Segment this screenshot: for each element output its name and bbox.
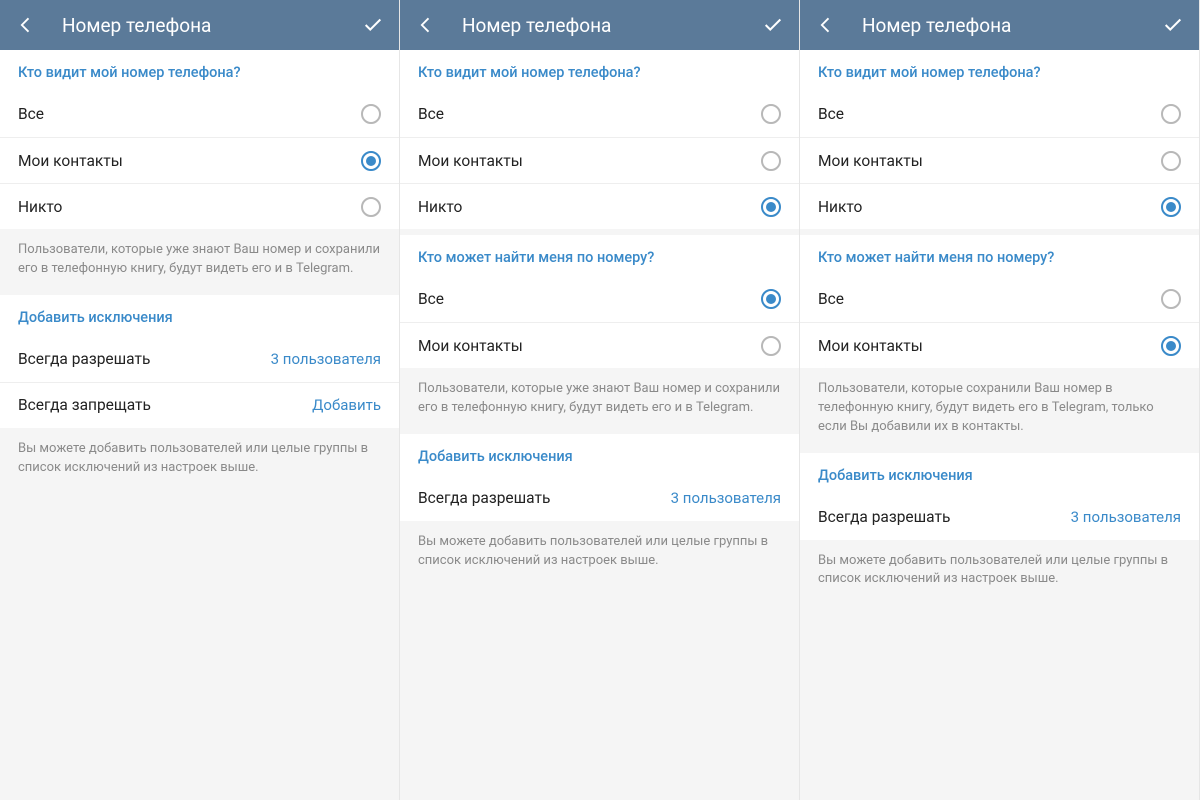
radio-icon bbox=[1161, 197, 1181, 217]
section-title: Кто может найти меня по номеру? bbox=[400, 235, 799, 276]
row-label: Всегда разрешать bbox=[418, 489, 550, 507]
option-label: Все bbox=[818, 105, 844, 123]
option-nobody[interactable]: Никто bbox=[800, 183, 1199, 229]
always-allow-row[interactable]: Всегда разрешать 3 пользователя bbox=[800, 494, 1199, 540]
info-note: Вы можете добавить пользователей или цел… bbox=[400, 521, 799, 587]
header: Номер телефона bbox=[800, 0, 1199, 50]
radio-icon bbox=[1161, 151, 1181, 171]
info-note: Пользователи, которые сохранили Ваш номе… bbox=[800, 368, 1199, 453]
radio-icon bbox=[761, 197, 781, 217]
option-nobody[interactable]: Никто bbox=[0, 183, 399, 229]
who-finds-section: Кто может найти меня по номеру? Все Мои … bbox=[400, 235, 799, 368]
page-title: Номер телефона bbox=[62, 14, 337, 37]
row-value: Добавить bbox=[312, 396, 381, 414]
option-label: Мои контакты bbox=[18, 152, 123, 170]
option-label: Никто bbox=[418, 198, 462, 216]
radio-icon bbox=[761, 289, 781, 309]
exceptions-section: Добавить исключения Всегда разрешать 3 п… bbox=[0, 295, 399, 428]
option-label: Никто bbox=[18, 198, 62, 216]
settings-panel-3: Номер телефона Кто видит мой номер телеф… bbox=[800, 0, 1200, 800]
exceptions-section: Добавить исключения Всегда разрешать 3 п… bbox=[800, 453, 1199, 540]
empty-space bbox=[400, 586, 799, 800]
section-title: Кто может найти меня по номеру? bbox=[800, 235, 1199, 276]
who-sees-section: Кто видит мой номер телефона? Все Мои ко… bbox=[400, 50, 799, 229]
settings-panel-2: Номер телефона Кто видит мой номер телеф… bbox=[400, 0, 800, 800]
back-icon[interactable] bbox=[414, 13, 438, 37]
option-label: Мои контакты bbox=[818, 152, 923, 170]
option-contacts[interactable]: Мои контакты bbox=[800, 322, 1199, 368]
row-label: Всегда разрешать bbox=[818, 508, 950, 526]
confirm-icon[interactable] bbox=[761, 13, 785, 37]
empty-space bbox=[0, 493, 399, 800]
radio-icon bbox=[761, 336, 781, 356]
option-contacts[interactable]: Мои контакты bbox=[400, 322, 799, 368]
settings-panel-1: Номер телефона Кто видит мой номер телеф… bbox=[0, 0, 400, 800]
option-all[interactable]: Все bbox=[0, 91, 399, 137]
radio-icon bbox=[1161, 336, 1181, 356]
option-all[interactable]: Все bbox=[800, 91, 1199, 137]
row-value: 3 пользователя bbox=[271, 350, 381, 368]
always-deny-row[interactable]: Всегда запрещать Добавить bbox=[0, 382, 399, 428]
empty-space bbox=[800, 605, 1199, 800]
info-note: Пользователи, которые уже знают Ваш номе… bbox=[0, 229, 399, 295]
info-note: Вы можете добавить пользователей или цел… bbox=[0, 428, 399, 494]
option-label: Мои контакты bbox=[818, 337, 923, 355]
who-sees-section: Кто видит мой номер телефона? Все Мои ко… bbox=[0, 50, 399, 229]
option-all[interactable]: Все bbox=[400, 91, 799, 137]
confirm-icon[interactable] bbox=[361, 13, 385, 37]
back-icon[interactable] bbox=[814, 13, 838, 37]
always-allow-row[interactable]: Всегда разрешать 3 пользователя bbox=[400, 475, 799, 521]
option-label: Все bbox=[418, 290, 444, 308]
option-all[interactable]: Все bbox=[400, 276, 799, 322]
row-value: 3 пользователя bbox=[1071, 508, 1181, 526]
page-title: Номер телефона bbox=[462, 14, 737, 37]
radio-icon bbox=[1161, 104, 1181, 124]
confirm-icon[interactable] bbox=[1161, 13, 1185, 37]
exceptions-section: Добавить исключения Всегда разрешать 3 п… bbox=[400, 434, 799, 521]
option-label: Все bbox=[18, 105, 44, 123]
radio-icon bbox=[361, 151, 381, 171]
header: Номер телефона bbox=[400, 0, 799, 50]
option-label: Мои контакты bbox=[418, 152, 523, 170]
section-title: Добавить исключения bbox=[0, 295, 399, 336]
always-allow-row[interactable]: Всегда разрешать 3 пользователя bbox=[0, 336, 399, 382]
section-title: Кто видит мой номер телефона? bbox=[400, 50, 799, 91]
section-title: Добавить исключения bbox=[400, 434, 799, 475]
option-all[interactable]: Все bbox=[800, 276, 1199, 322]
who-sees-section: Кто видит мой номер телефона? Все Мои ко… bbox=[800, 50, 1199, 229]
info-note: Пользователи, которые уже знают Ваш номе… bbox=[400, 368, 799, 434]
option-nobody[interactable]: Никто bbox=[400, 183, 799, 229]
page-title: Номер телефона bbox=[862, 14, 1137, 37]
section-title: Кто видит мой номер телефона? bbox=[0, 50, 399, 91]
row-value: 3 пользователя bbox=[671, 489, 781, 507]
radio-icon bbox=[761, 151, 781, 171]
option-label: Все bbox=[818, 290, 844, 308]
option-contacts[interactable]: Мои контакты bbox=[800, 137, 1199, 183]
option-label: Все bbox=[418, 105, 444, 123]
row-label: Всегда разрешать bbox=[18, 350, 150, 368]
back-icon[interactable] bbox=[14, 13, 38, 37]
header: Номер телефона bbox=[0, 0, 399, 50]
radio-icon bbox=[361, 104, 381, 124]
info-note: Вы можете добавить пользователей или цел… bbox=[800, 540, 1199, 606]
radio-icon bbox=[1161, 289, 1181, 309]
row-label: Всегда запрещать bbox=[18, 396, 151, 414]
radio-icon bbox=[361, 197, 381, 217]
option-contacts[interactable]: Мои контакты bbox=[400, 137, 799, 183]
radio-icon bbox=[761, 104, 781, 124]
option-label: Никто bbox=[818, 198, 862, 216]
section-title: Добавить исключения bbox=[800, 453, 1199, 494]
section-title: Кто видит мой номер телефона? bbox=[800, 50, 1199, 91]
option-label: Мои контакты bbox=[418, 337, 523, 355]
option-contacts[interactable]: Мои контакты bbox=[0, 137, 399, 183]
who-finds-section: Кто может найти меня по номеру? Все Мои … bbox=[800, 235, 1199, 368]
